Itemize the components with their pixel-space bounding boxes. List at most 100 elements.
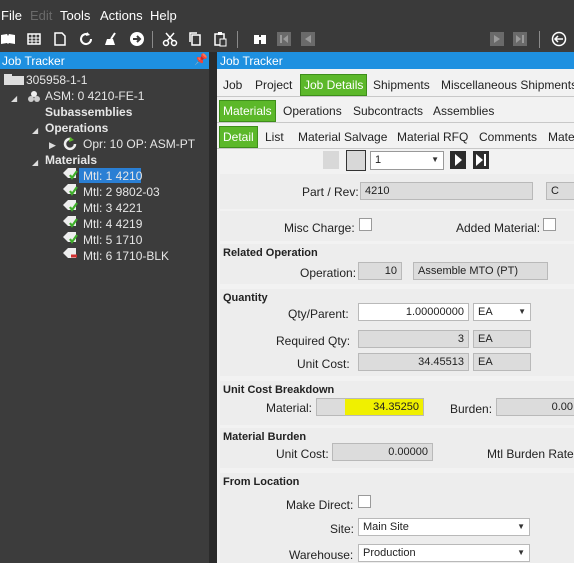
tree-material-item[interactable]: Mtl: 5 1710 bbox=[83, 233, 142, 247]
collapse-arrow-icon[interactable]: ◢ bbox=[32, 158, 38, 167]
material-tag-icon bbox=[62, 183, 78, 196]
tab-material-salvage[interactable]: Material Salvage bbox=[298, 128, 387, 146]
misc-charge-checkbox[interactable] bbox=[359, 218, 372, 231]
added-material-checkbox[interactable] bbox=[543, 218, 556, 231]
tab-list[interactable]: List bbox=[265, 128, 284, 146]
related-operation-header: Related Operation bbox=[223, 247, 318, 259]
qty-parent-uom-select[interactable]: EA ▼ bbox=[473, 303, 531, 321]
tab-assemblies[interactable]: Assemblies bbox=[433, 102, 494, 120]
tree-material-item[interactable]: Mtl: 6 1710-BLK bbox=[83, 249, 169, 263]
unit-cost-uom-field: EA bbox=[473, 353, 531, 371]
quantity-section: Quantity Qty/Parent: 1.00000000 EA ▼ Req… bbox=[220, 289, 574, 376]
cut-icon[interactable] bbox=[162, 31, 178, 47]
revision-field[interactable]: C bbox=[546, 182, 574, 200]
clear-broom-icon[interactable] bbox=[103, 31, 119, 47]
material-tag-icon bbox=[62, 231, 78, 244]
tab-misc-shipments[interactable]: Miscellaneous Shipments bbox=[441, 76, 574, 94]
tab-job[interactable]: Job bbox=[223, 76, 242, 94]
tab-shipments[interactable]: Shipments bbox=[373, 76, 430, 94]
grid-icon[interactable] bbox=[26, 31, 42, 47]
tree-subassemblies[interactable]: Subassemblies bbox=[45, 105, 132, 119]
tree-operations[interactable]: Operations bbox=[45, 121, 108, 135]
tree-material-item[interactable]: Mtl: 3 4221 bbox=[83, 201, 142, 215]
required-qty-label: Required Qty: bbox=[276, 334, 351, 348]
tab-job-details[interactable]: Job Details bbox=[300, 74, 368, 96]
copy-icon[interactable] bbox=[187, 31, 203, 47]
related-operation-section: Related Operation Operation: 10 Assemble… bbox=[220, 244, 574, 284]
tab-project[interactable]: Project bbox=[255, 76, 292, 94]
back-circle-icon[interactable] bbox=[551, 31, 567, 47]
burden-label: Burden: bbox=[450, 402, 493, 416]
tab-operations[interactable]: Operations bbox=[283, 102, 342, 120]
tree-root-job[interactable]: 305958-1-1 bbox=[26, 73, 87, 87]
material-burden-section: Material Burden Unit Cost: 0.00000 Mtl B… bbox=[220, 428, 574, 468]
nav-next-icon[interactable] bbox=[450, 151, 466, 169]
mtl-burden-rate-label: Mtl Burden Rate bbox=[487, 447, 574, 461]
nav-record-icon[interactable] bbox=[346, 150, 366, 171]
new-document-icon[interactable] bbox=[52, 31, 68, 47]
tab-comments[interactable]: Comments bbox=[479, 128, 537, 146]
tab-material-rfq[interactable]: Material RFQ bbox=[397, 128, 468, 146]
operation-label: Operation: bbox=[300, 266, 357, 280]
tab-subcontracts[interactable]: Subcontracts bbox=[353, 102, 423, 120]
site-value: Main Site bbox=[363, 521, 409, 533]
paste-icon[interactable] bbox=[212, 31, 228, 47]
menu-file[interactable]: File bbox=[1, 8, 22, 23]
open-book-icon[interactable] bbox=[0, 31, 16, 47]
burden-unit-cost-field: 0.00000 bbox=[332, 443, 433, 461]
nav-first-icon[interactable] bbox=[323, 151, 339, 169]
site-select[interactable]: Main Site ▼ bbox=[358, 518, 530, 536]
material-tag-icon bbox=[62, 215, 78, 228]
tree-material-item[interactable]: Mtl: 2 9802-03 bbox=[83, 185, 160, 199]
material-tabs: Detail List Material Salvage Material RF… bbox=[217, 125, 574, 148]
details-panel-title: Job Tracker bbox=[220, 54, 283, 68]
unit-cost-breakdown-section: Unit Cost Breakdown Material: 34.35250 B… bbox=[220, 381, 574, 425]
material-cost-label: Material: bbox=[266, 401, 313, 415]
collapse-arrow-icon[interactable]: ◢ bbox=[32, 126, 38, 135]
expand-arrow-icon[interactable]: ▶ bbox=[49, 140, 56, 151]
tab-material-more[interactable]: Mater bbox=[548, 128, 574, 146]
detail-tabs: Materials Operations Subcontracts Assemb… bbox=[217, 99, 574, 122]
chevron-down-icon[interactable]: ▼ bbox=[517, 545, 525, 561]
menu-edit: Edit bbox=[30, 8, 53, 23]
nav-last-icon[interactable] bbox=[473, 151, 489, 169]
chevron-down-icon[interactable]: ▼ bbox=[517, 519, 525, 535]
tree-material-item[interactable]: Mtl: 4 4219 bbox=[83, 217, 142, 231]
record-number-value: 1 bbox=[375, 154, 382, 166]
qty-parent-field[interactable]: 1.00000000 bbox=[358, 303, 469, 321]
tab-materials[interactable]: Materials bbox=[219, 100, 276, 122]
collapse-arrow-icon[interactable]: ◢ bbox=[11, 94, 17, 103]
forward-arrow-icon[interactable] bbox=[129, 31, 145, 47]
menu-help[interactable]: Help bbox=[150, 8, 177, 23]
folder-icon bbox=[4, 74, 24, 86]
toolbar-separator bbox=[539, 31, 540, 48]
chevron-down-icon[interactable]: ▼ bbox=[518, 304, 526, 320]
tree-assembly[interactable]: ASM: 0 4210-FE-1 bbox=[45, 89, 144, 103]
tree-operation-item[interactable]: Opr: 10 OP: ASM-PT bbox=[83, 137, 195, 151]
make-direct-checkbox[interactable] bbox=[358, 495, 371, 508]
tree-panel-title: Job Tracker bbox=[2, 54, 65, 68]
pane-splitter[interactable] bbox=[209, 52, 217, 563]
chevron-down-icon[interactable]: ▼ bbox=[431, 152, 439, 168]
qty-parent-label: Qty/Parent: bbox=[288, 307, 349, 321]
previous-record-icon[interactable] bbox=[300, 31, 316, 47]
tab-divider bbox=[217, 96, 574, 97]
refresh-icon[interactable] bbox=[78, 31, 94, 47]
pin-icon[interactable]: 📌 bbox=[194, 53, 208, 66]
tree-materials[interactable]: Materials bbox=[45, 153, 97, 167]
first-record-icon[interactable] bbox=[276, 31, 292, 47]
menu-actions[interactable]: Actions bbox=[100, 8, 143, 23]
menu-tools[interactable]: Tools bbox=[60, 8, 90, 23]
operation-number-field[interactable]: 10 bbox=[358, 262, 402, 280]
record-number-select[interactable]: 1 ▼ bbox=[370, 151, 444, 170]
binoculars-icon[interactable] bbox=[252, 31, 268, 47]
warehouse-select[interactable]: Production ▼ bbox=[358, 544, 530, 562]
tree-material-item[interactable]: Mtl: 1 4210 bbox=[83, 169, 142, 183]
tab-detail[interactable]: Detail bbox=[219, 126, 258, 148]
part-field[interactable]: 4210 bbox=[360, 182, 533, 200]
last-record-icon[interactable] bbox=[512, 31, 528, 47]
next-record-icon[interactable] bbox=[489, 31, 505, 47]
part-section: Part / Rev: 4210 C bbox=[220, 174, 574, 209]
toolbar: 305958-1-1 ▼ bbox=[0, 29, 574, 79]
required-qty-uom-field: EA bbox=[473, 330, 531, 348]
